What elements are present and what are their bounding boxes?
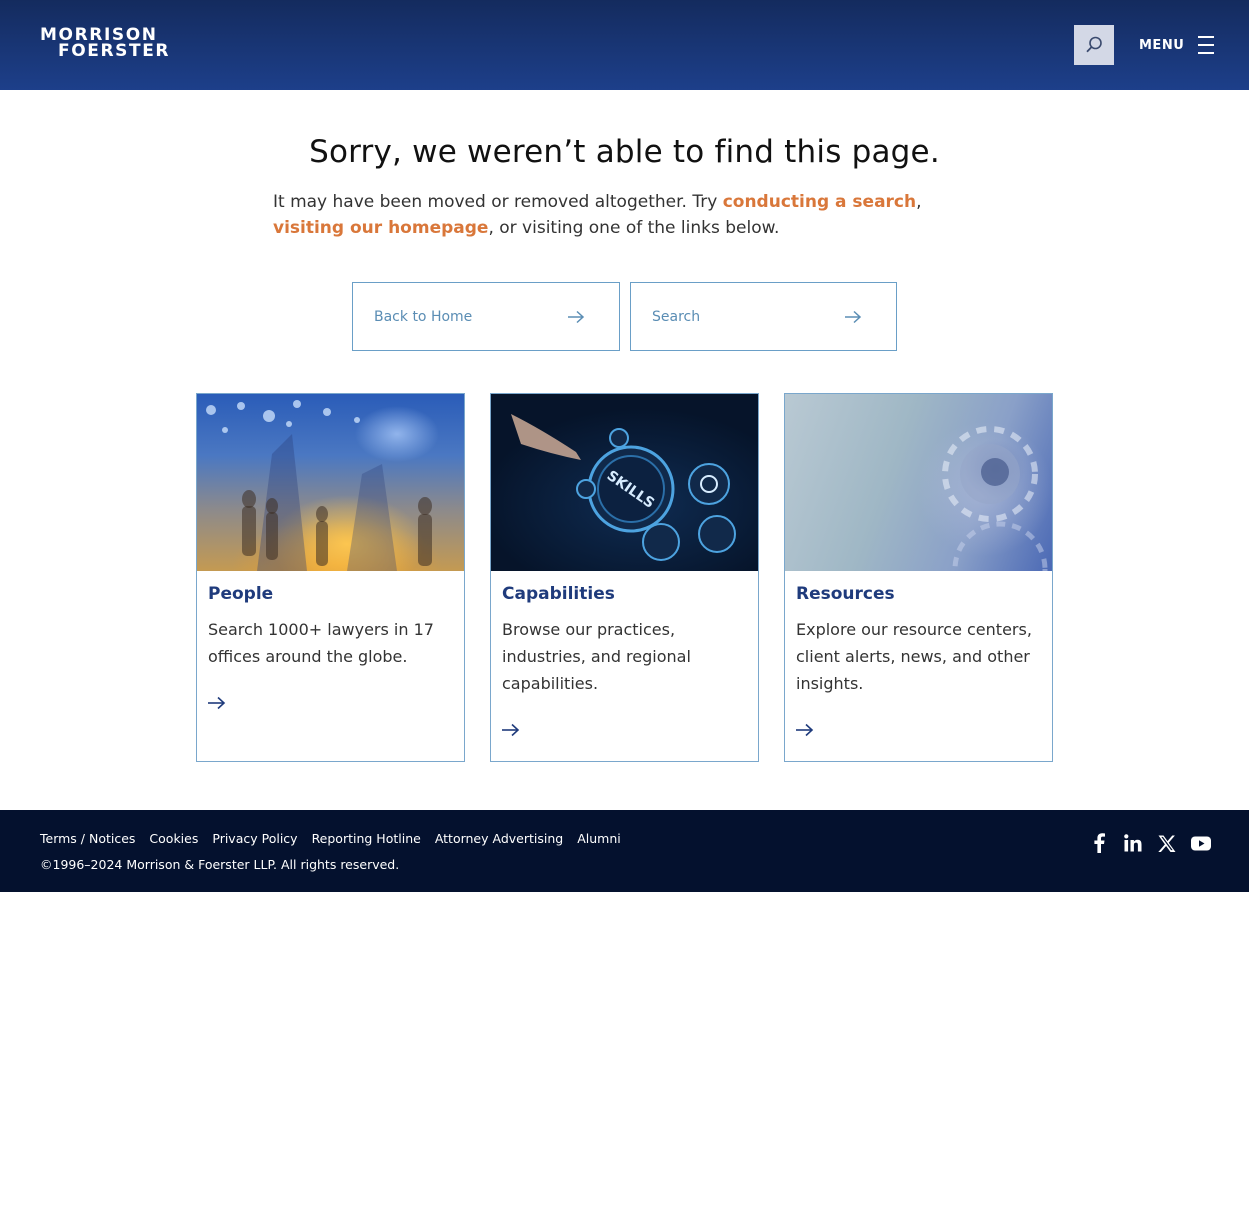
site-header: MORRISON FOERSTER MENU	[0, 0, 1249, 90]
footer-links: Terms / Notices Cookies Privacy Policy R…	[40, 831, 621, 846]
search-label: Search	[652, 308, 701, 325]
arrow-right-icon	[845, 310, 862, 323]
facebook-icon[interactable]	[1089, 832, 1109, 854]
people-card-title: People	[208, 584, 274, 604]
visit-homepage-link[interactable]: visiting our homepage	[273, 218, 488, 238]
back-to-home-button[interactable]: Back to Home	[352, 282, 620, 351]
social-links	[1089, 832, 1211, 854]
logo-line-2: FOERSTER	[58, 41, 171, 61]
footer-link-cookies[interactable]: Cookies	[149, 831, 198, 846]
back-to-home-label: Back to Home	[374, 308, 473, 325]
conducting-search-link[interactable]: conducting a search	[723, 192, 916, 212]
page-title: Sorry, we weren’t able to find this page…	[309, 134, 940, 170]
intro-text: It may have been moved or removed altoge…	[273, 189, 983, 241]
arrow-right-icon	[796, 723, 814, 737]
people-card-image	[197, 394, 464, 571]
search-icon	[1086, 36, 1102, 53]
footer-link-alumni[interactable]: Alumni	[577, 831, 621, 846]
resources-card-image	[785, 394, 1052, 571]
capabilities-card-text: Browse our practices, industries, and re…	[502, 620, 691, 693]
hamburger-icon	[1198, 36, 1215, 54]
site-footer: Terms / Notices Cookies Privacy Policy R…	[0, 810, 1249, 892]
resources-card-title: Resources	[796, 584, 895, 604]
footer-link-attorney-advertising[interactable]: Attorney Advertising	[435, 831, 563, 846]
intro-before: It may have been moved or removed altoge…	[273, 192, 723, 212]
footer-link-privacy[interactable]: Privacy Policy	[212, 831, 297, 846]
intro-separator: ,	[916, 192, 922, 212]
people-card[interactable]: People Search 1000+ lawyers in 17 office…	[196, 393, 465, 762]
people-card-text: Search 1000+ lawyers in 17 offices aroun…	[208, 620, 434, 666]
menu-label: MENU	[1139, 37, 1185, 53]
footer-link-reporting-hotline[interactable]: Reporting Hotline	[312, 831, 421, 846]
footer-link-terms[interactable]: Terms / Notices	[40, 831, 135, 846]
arrow-right-icon	[208, 696, 226, 710]
capabilities-card-title: Capabilities	[502, 584, 615, 604]
resources-card-text: Explore our resource centers, client ale…	[796, 620, 1032, 693]
copyright: ©1996–2024 Morrison & Foerster LLP. All …	[40, 857, 400, 872]
x-icon[interactable]	[1157, 832, 1177, 854]
header-search-button[interactable]	[1074, 25, 1114, 65]
resources-card[interactable]: Resources Explore our resource centers, …	[784, 393, 1053, 762]
linkedin-icon[interactable]	[1123, 832, 1143, 854]
arrow-right-icon	[502, 723, 520, 737]
intro-after: , or visiting one of the links below.	[488, 218, 780, 238]
capabilities-card[interactable]: SKILLS Capabilities Browse our practices…	[490, 393, 759, 762]
youtube-icon[interactable]	[1191, 832, 1211, 854]
arrow-right-icon	[568, 310, 585, 323]
menu-button[interactable]: MENU	[1139, 34, 1215, 56]
morrison-foerster-logo[interactable]: MORRISON FOERSTER	[40, 27, 171, 61]
capabilities-card-image: SKILLS	[491, 394, 758, 571]
search-button[interactable]: Search	[630, 282, 897, 351]
